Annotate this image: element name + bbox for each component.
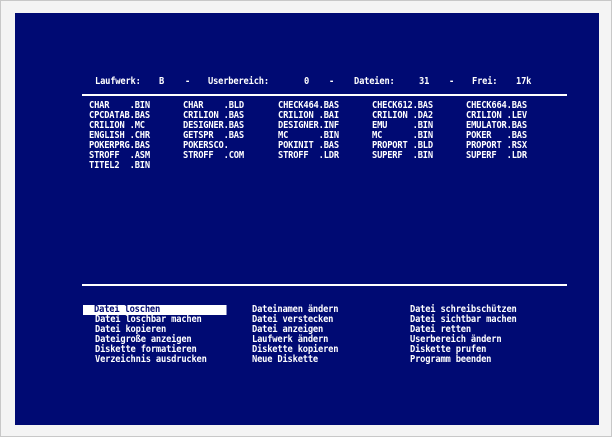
- file-entry[interactable]: SUPERF .LDR: [466, 151, 527, 161]
- file-entry[interactable]: TITEL2 .BIN: [89, 161, 150, 171]
- menu-item-new-disk[interactable]: Neue Diskette: [252, 355, 318, 365]
- file-entry[interactable]: SUPERF .BIN: [372, 151, 433, 161]
- file-entry[interactable]: STROFF .COM: [183, 151, 244, 161]
- separator: -: [185, 76, 191, 87]
- menu-item-quit-program[interactable]: Programm beenden: [410, 355, 491, 365]
- drive-label: Laufwerk:: [95, 76, 141, 87]
- window-frame: Laufwerk: B - Userbereich: 0 - Dateien: …: [0, 0, 612, 437]
- free-space-value: 17k: [516, 76, 532, 87]
- file-entry[interactable]: STROFF .LDR: [278, 151, 339, 161]
- drive-value: B: [159, 76, 165, 87]
- user-area-label: Userbereich:: [208, 76, 269, 87]
- files-count-value: 31: [419, 76, 430, 87]
- free-space-label: Frei:: [472, 76, 498, 87]
- menu-item-print-directory[interactable]: Verzeichnis ausdrucken: [95, 355, 207, 365]
- separator: -: [329, 76, 335, 87]
- separator: -: [449, 76, 455, 87]
- files-count-label: Dateien:: [354, 76, 395, 87]
- divider-bottom: [82, 284, 567, 286]
- divider-top: [82, 94, 567, 96]
- user-area-value: 0: [304, 76, 310, 87]
- cpc-screen: Laufwerk: B - Userbereich: 0 - Dateien: …: [15, 13, 599, 425]
